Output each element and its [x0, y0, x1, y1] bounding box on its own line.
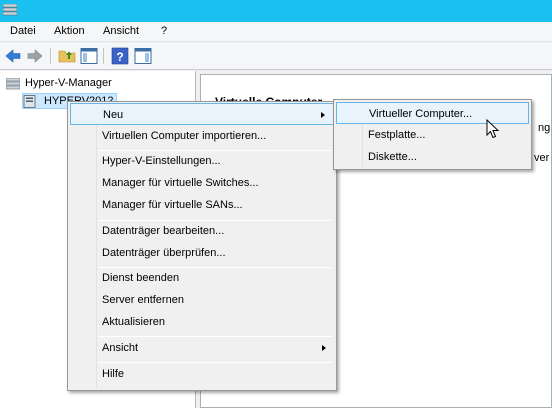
tree-item-label: Hyper-V-Manager [25, 77, 112, 89]
submenu-item-virtual-machine[interactable]: Virtueller Computer... [336, 102, 529, 124]
menu-item-label: Manager für virtuelle SANs... [102, 199, 243, 211]
menu-help[interactable]: ? [161, 25, 167, 37]
folder-up-icon[interactable] [58, 47, 76, 65]
console-tree-icon[interactable] [80, 47, 98, 65]
help-icon[interactable]: ? [111, 47, 129, 65]
submenu-neu: Virtueller Computer... Festplatte... Dis… [333, 99, 532, 170]
menu-item-remove-server[interactable]: Server entfernen [70, 289, 334, 311]
menu-item-label: Virtuellen Computer importieren... [102, 130, 267, 142]
title-bar [0, 0, 552, 22]
menu-item-import-vm[interactable]: Virtuellen Computer importieren... [70, 125, 334, 147]
column-header-fragment: ng [538, 122, 551, 134]
menu-item-label: Datenträger bearbeiten... [102, 225, 225, 237]
menu-item-label: Datenträger überprüfen... [102, 247, 226, 259]
menu-item-label: Ansicht [102, 342, 139, 354]
menu-item-label: Manager für virtuelle Switches... [102, 177, 259, 189]
forward-arrow-icon[interactable] [26, 47, 44, 65]
menu-item-stop-service[interactable]: Dienst beenden [70, 267, 334, 289]
menu-item-label: Hilfe [102, 368, 125, 380]
submenu-arrow-icon [322, 345, 326, 351]
menu-bar: Datei Aktion Ansicht ? [0, 22, 552, 42]
menu-item-edit-disk[interactable]: Datenträger bearbeiten... [70, 220, 334, 242]
menu-aktion[interactable]: Aktion [54, 25, 85, 37]
toolbar-separator [50, 48, 51, 64]
hyperv-manager-icon [6, 78, 20, 90]
menu-item-label: Server entfernen [102, 294, 184, 306]
back-arrow-icon[interactable] [4, 47, 22, 65]
menu-item-label: Aktualisieren [102, 316, 165, 328]
menu-item-neu[interactable]: Neu [70, 103, 334, 125]
menu-item-virtual-switch-manager[interactable]: Manager für virtuelle Switches... [70, 172, 334, 194]
menu-item-virtual-san-manager[interactable]: Manager für virtuelle SANs... [70, 194, 334, 216]
submenu-item-floppy-disk[interactable]: Diskette... [336, 146, 529, 168]
hyperv-app-icon [3, 4, 17, 16]
menu-item-label: Hyper-V-Einstellungen... [102, 155, 221, 167]
toolbar: ? [0, 43, 552, 70]
menu-item-view[interactable]: Ansicht [70, 337, 334, 359]
menu-item-label: Dienst beenden [102, 272, 180, 284]
server-icon [23, 95, 36, 108]
context-menu: Neu Virtuellen Computer importieren... H… [67, 101, 337, 391]
mouse-pointer-icon [486, 119, 500, 139]
submenu-arrow-icon [321, 112, 325, 118]
menu-item-label: Neu [103, 109, 124, 121]
menu-item-inspect-disk[interactable]: Datenträger überprüfen... [70, 242, 334, 264]
menu-item-hyperv-settings[interactable]: Hyper-V-Einstellungen... [70, 150, 334, 172]
show-hide-action-pane-icon[interactable] [134, 47, 152, 65]
menu-item-label: Festplatte... [368, 129, 426, 141]
menu-ansicht[interactable]: Ansicht [103, 25, 139, 37]
menu-item-help[interactable]: Hilfe [70, 363, 334, 385]
menu-datei[interactable]: Datei [10, 25, 36, 37]
svg-text:?: ? [116, 50, 123, 64]
toolbar-separator [103, 48, 104, 64]
column-text-fragment: ver [534, 152, 550, 164]
menu-item-refresh[interactable]: Aktualisieren [70, 311, 334, 333]
menu-item-label: Diskette... [368, 151, 417, 163]
menu-item-label: Virtueller Computer... [369, 108, 473, 120]
submenu-item-hard-disk[interactable]: Festplatte... [336, 124, 529, 146]
